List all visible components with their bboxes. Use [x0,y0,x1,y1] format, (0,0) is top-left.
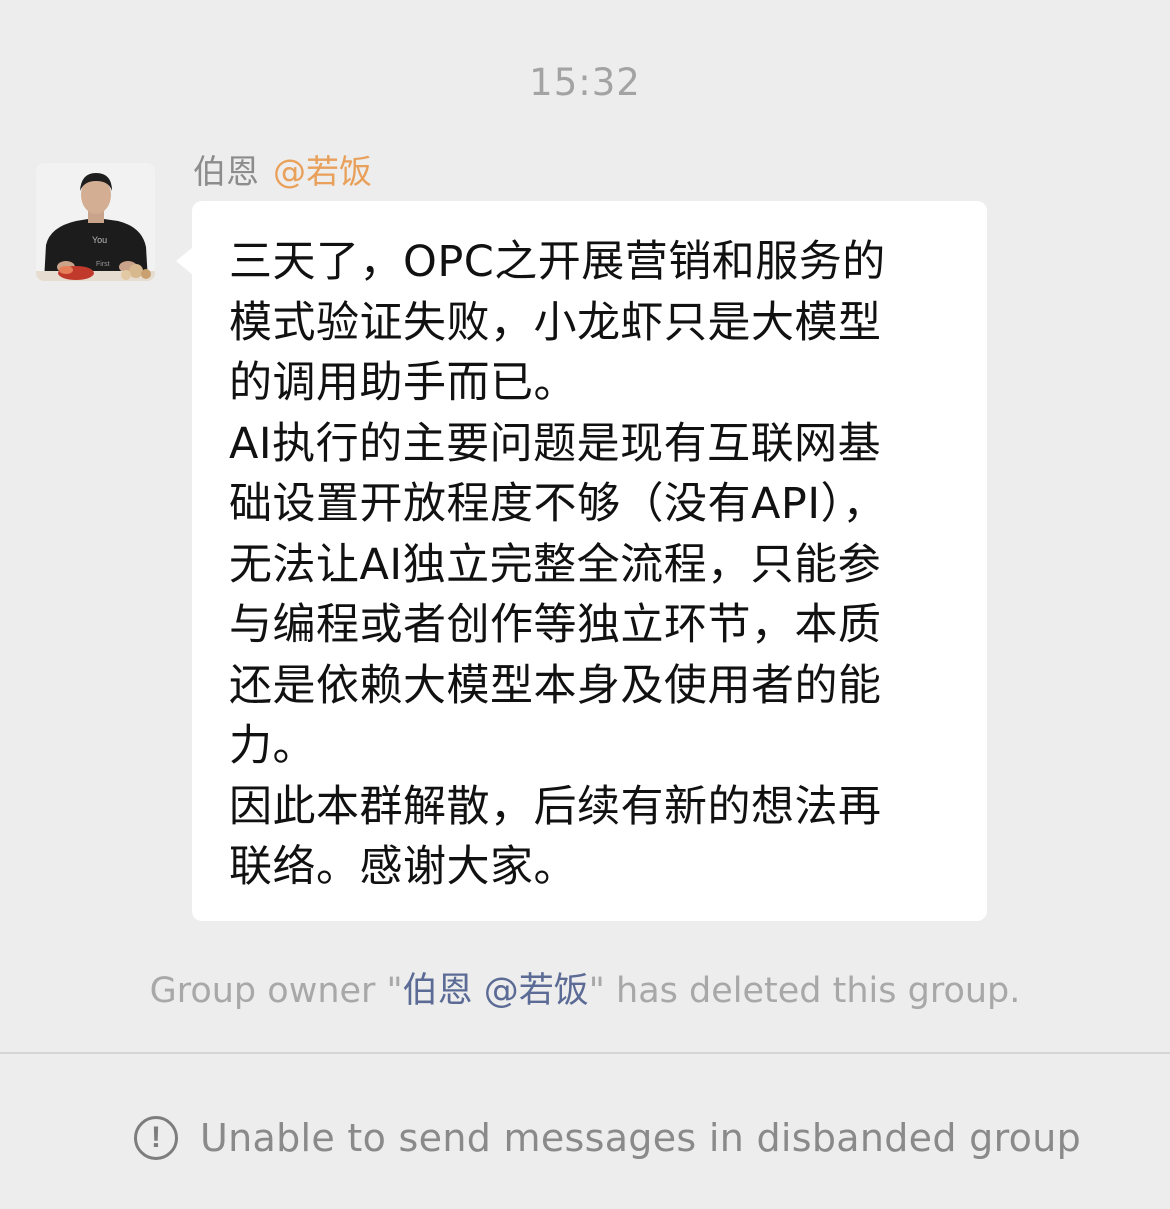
system-notice-suffix: " has deleted this group. [588,971,1021,1011]
message-bubble[interactable]: 三天了，OPC之开展营销和服务的 模式验证失败，小龙虾只是大模型 的调用助手而已… [192,201,987,921]
message-line: 与编程或者创作等独立环节，本质 [229,600,882,650]
disbanded-notice-text: Unable to send messages in disbanded gro… [200,1116,1082,1160]
message-line: 础设置开放程度不够（没有API）， [229,479,887,529]
sender-mention: @若饭 [273,152,372,191]
message-line: 力。 [229,721,316,771]
disbanded-notice: ! Unable to send messages in disbanded g… [134,1112,1081,1164]
system-notice-prefix: Group owner " [149,971,403,1011]
svg-text:You: You [92,235,107,245]
disbanded-footer: ! Unable to send messages in disbanded g… [0,1054,1170,1209]
alert-circle-icon: ! [134,1116,178,1160]
message-line: 因此本群解散，后续有新的想法再 [229,781,882,832]
message-line: 联络。感谢大家。 [229,842,577,892]
system-notice: Group owner "伯恩 @若饭" has deleted this gr… [0,966,1170,1016]
message-line: AI执行的主要问题是现有互联网基 [229,418,882,469]
message-timestamp: 15:32 [529,61,641,104]
svg-text:First: First [96,261,110,268]
sender-name: 伯恩 [193,152,259,191]
chat-area[interactable]: 15:32 You First 伯恩 @若饭 三天了，OPC之开展营销和服务的 … [0,0,1170,1052]
message-line: 三天了，OPC之开展营销和服务的 [229,237,886,287]
message-line: 还是依赖大模型本身及使用者的能 [229,660,882,711]
message-line: 无法让AI独立完整全流程，只能参 [229,539,882,590]
message-line: 模式验证失败，小龙虾只是大模型 [229,297,882,348]
avatar-photo: You First [36,163,155,281]
avatar[interactable]: You First [36,163,155,281]
system-notice-owner-link[interactable]: 伯恩 @若饭 [403,971,589,1011]
bubble-tail [176,247,193,275]
sender-label[interactable]: 伯恩 @若饭 [193,150,372,194]
message-line: 的调用助手而已。 [229,358,577,408]
